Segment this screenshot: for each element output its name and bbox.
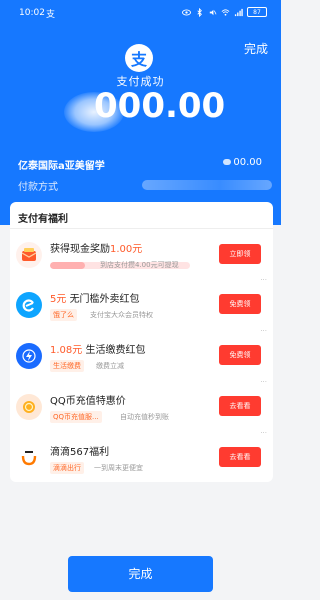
- free-claim-button[interactable]: 免费领: [219, 294, 261, 314]
- benefit-title: 滴滴567福利: [50, 447, 110, 458]
- merchant-row: 亿泰国际a亚美留学 00.00: [18, 157, 268, 172]
- benefit-title: 获得现金奖励1.00元: [50, 240, 142, 255]
- benefit-item-didi[interactable]: ··· 滴滴567福利 滴滴出行 一到周末更便宜 去看看: [10, 429, 273, 487]
- benefit-subtitle: 一到周末更便宜: [94, 464, 143, 472]
- merchant-name: 亿泰国际a亚美留学: [18, 161, 105, 172]
- brand-glyph: 支: [130, 50, 147, 69]
- progress-text: 到店支付攒4.00元可提现: [100, 261, 179, 269]
- alipay-logo-icon: 支: [125, 44, 153, 72]
- payment-method-label: 付款方式: [18, 182, 58, 193]
- more-options-icon[interactable]: ···: [260, 327, 267, 335]
- more-options-icon[interactable]: ···: [260, 429, 267, 437]
- payment-method-blurred-value: [142, 180, 272, 190]
- battery-icon: 87: [247, 7, 267, 17]
- didi-icon: [16, 445, 42, 471]
- benefits-card: 支付有福利 获得现金奖励1.00元 到店支付攒4.00元可提现 立即领 ··· …: [10, 202, 273, 482]
- benefit-title-amount: 1.08元: [50, 345, 83, 356]
- benefit-item-cash-reward[interactable]: 获得现金奖励1.00元 到店支付攒4.00元可提现 立即领: [10, 232, 273, 284]
- status-time: 10:02: [19, 8, 45, 18]
- wifi-icon: [221, 8, 230, 16]
- benefit-tag: 饿了么: [50, 309, 77, 321]
- benefit-subtitle: 自动充值秒到账: [120, 413, 169, 421]
- benefit-title-amount: 5元: [50, 294, 67, 305]
- red-envelope-icon: [16, 242, 42, 268]
- benefit-title: 5元 无门槛外卖红包: [50, 290, 140, 305]
- qq-coin-icon: [16, 394, 42, 420]
- view-button[interactable]: 去看看: [219, 396, 261, 416]
- view-button[interactable]: 去看看: [219, 447, 261, 467]
- header-done-button[interactable]: 完成: [244, 40, 268, 57]
- payment-amount: 000.00: [94, 86, 226, 126]
- benefit-subtitle: 支付宝大众会员特权: [90, 311, 153, 319]
- divider: [10, 228, 273, 229]
- benefit-tag: QQ币充值服...: [50, 411, 102, 423]
- merchant-amount-wrap: 00.00: [223, 157, 262, 168]
- eleme-icon: [16, 292, 42, 318]
- benefit-item-qq-coins[interactable]: ··· QQ币充值特惠价 QQ币充值服... 自动充值秒到账 去看看: [10, 378, 273, 436]
- more-options-icon[interactable]: ···: [260, 378, 267, 386]
- benefit-tag: 生活缴费: [50, 360, 84, 372]
- merchant-amount-blur: [223, 159, 232, 165]
- benefit-item-eleme[interactable]: ··· 5元 无门槛外卖红包 饿了么 支付宝大众会员特权 免费领: [10, 276, 273, 334]
- battery-level: 87: [253, 8, 261, 16]
- benefit-tag: 滴滴出行: [50, 462, 84, 474]
- benefit-title-text: 无门槛外卖红包: [69, 294, 140, 305]
- eye-icon: [182, 9, 191, 15]
- lightning-icon: [16, 343, 42, 369]
- benefit-title: 1.08元 生活缴费红包: [50, 341, 145, 356]
- status-icons: 87: [182, 7, 267, 17]
- benefit-subtitle: 缴费立减: [96, 362, 124, 370]
- benefit-title-amount: 1.00元: [110, 244, 143, 255]
- benefit-item-utility[interactable]: ··· 1.08元 生活缴费红包 生活缴费 缴费立减 免费领: [10, 327, 273, 385]
- benefit-title: QQ币充值特惠价: [50, 396, 126, 407]
- free-claim-button[interactable]: 免费领: [219, 345, 261, 365]
- cash-progress-fill: [50, 262, 85, 269]
- amount-area: 000.00: [52, 86, 242, 132]
- benefits-title: 支付有福利: [18, 214, 68, 225]
- signal-icon: [234, 8, 243, 16]
- benefit-title-prefix: 获得现金奖励: [50, 244, 110, 255]
- payment-method-row: 付款方式: [18, 178, 272, 193]
- alipay-notification-icon: 支: [46, 10, 56, 20]
- status-bar: 10:02 支 87: [0, 0, 281, 28]
- claim-button[interactable]: 立即领: [219, 244, 261, 264]
- mute-icon: [209, 9, 217, 15]
- merchant-amount: 00.00: [233, 157, 262, 168]
- more-options-icon[interactable]: ···: [260, 276, 267, 284]
- bluetooth-icon: [197, 7, 202, 17]
- benefit-title-text: 生活缴费红包: [85, 345, 146, 356]
- done-button[interactable]: 完成: [68, 556, 213, 592]
